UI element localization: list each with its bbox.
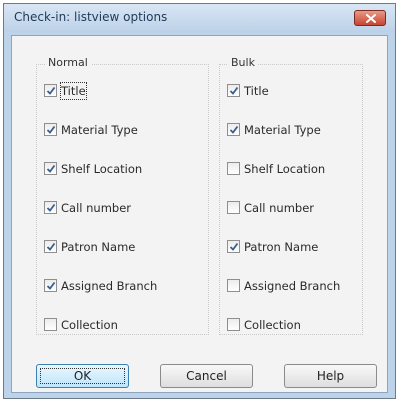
normal-call-number-checkbox[interactable] xyxy=(44,201,57,214)
cancel-button-label: Cancel xyxy=(186,369,227,383)
bulk-title-label: Title xyxy=(244,84,269,98)
normal-material-type-checkbox[interactable] xyxy=(44,123,57,136)
normal-title-checkbox[interactable] xyxy=(44,84,57,97)
normal-material-type-label: Material Type xyxy=(61,123,138,137)
bulk-patron-name-label: Patron Name xyxy=(244,240,319,254)
help-button[interactable]: Help xyxy=(284,364,377,388)
normal-shelf-location-checkbox[interactable] xyxy=(44,162,57,175)
cancel-button[interactable]: Cancel xyxy=(160,364,253,388)
bulk-material-type-checkbox[interactable] xyxy=(227,123,240,136)
bulk-material-type-label: Material Type xyxy=(244,123,321,137)
bulk-patron-name-checkbox[interactable] xyxy=(227,240,240,253)
normal-group-title: Normal xyxy=(45,56,91,69)
focus-ring xyxy=(40,368,125,384)
normal-collection-label: Collection xyxy=(61,318,118,332)
help-button-label: Help xyxy=(316,369,345,383)
checkmark-icon xyxy=(46,242,56,251)
checkmark-icon xyxy=(46,281,56,290)
checkmark-icon xyxy=(46,164,56,173)
dialog-client-area: Normal Title Material Type Shelf Locatio… xyxy=(11,35,388,393)
normal-collection-checkbox[interactable] xyxy=(44,318,57,331)
normal-shelf-location-label: Shelf Location xyxy=(61,162,143,176)
checkmark-icon xyxy=(46,86,56,95)
normal-call-number-label: Call number xyxy=(61,201,132,215)
title-bar: Check-in: listview options xyxy=(4,4,395,32)
bulk-assigned-branch-checkbox[interactable] xyxy=(227,279,240,292)
normal-assigned-branch-checkbox[interactable] xyxy=(44,279,57,292)
bulk-call-number-checkbox[interactable] xyxy=(227,201,240,214)
close-button[interactable] xyxy=(354,10,386,26)
normal-assigned-branch-label: Assigned Branch xyxy=(61,279,158,293)
normal-patron-name-label: Patron Name xyxy=(61,240,136,254)
normal-patron-name-checkbox[interactable] xyxy=(44,240,57,253)
bulk-call-number-label: Call number xyxy=(244,201,315,215)
bulk-collection-checkbox[interactable] xyxy=(227,318,240,331)
checkmark-icon xyxy=(229,86,239,95)
checkmark-icon xyxy=(229,242,239,251)
bulk-collection-label: Collection xyxy=(244,318,301,332)
bulk-group-title: Bulk xyxy=(228,56,258,69)
dialog-title: Check-in: listview options xyxy=(14,10,168,24)
checkmark-icon xyxy=(46,203,56,212)
bulk-shelf-location-label: Shelf Location xyxy=(244,162,326,176)
bulk-shelf-location-checkbox[interactable] xyxy=(227,162,240,175)
ok-button[interactable]: OK xyxy=(36,364,129,388)
bulk-group: Bulk Title Material Type Shelf Location … xyxy=(219,56,363,335)
checkmark-icon xyxy=(46,125,56,134)
dialog-window: Check-in: listview options Normal Title … xyxy=(3,3,396,399)
close-icon xyxy=(366,14,376,23)
checkmark-icon xyxy=(229,125,239,134)
normal-group: Normal Title Material Type Shelf Locatio… xyxy=(36,56,209,335)
bulk-assigned-branch-label: Assigned Branch xyxy=(244,279,341,293)
normal-title-label: Title xyxy=(60,82,87,100)
bulk-title-checkbox[interactable] xyxy=(227,84,240,97)
